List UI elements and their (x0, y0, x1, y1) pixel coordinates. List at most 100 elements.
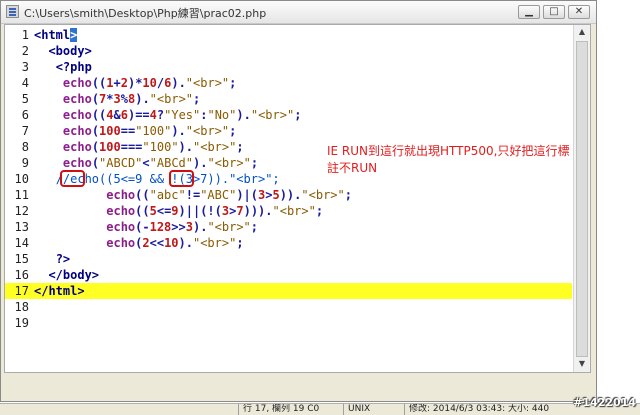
code-line[interactable]: 19 (5, 315, 572, 331)
code-line[interactable]: 17 </html> (5, 283, 572, 299)
code-text[interactable]: echo((5<=9)||(!(3>7)))."<br>"; (34, 203, 323, 219)
code-token: "ABCd" (149, 156, 193, 170)
code-line[interactable]: 18 (5, 299, 572, 315)
code-text[interactable]: echo("ABCD"<"ABCd")."<br>"; (34, 155, 258, 171)
code-text[interactable]: ?> (34, 251, 70, 267)
scroll-thumb[interactable] (576, 41, 588, 357)
code-line[interactable]: 2 <body> (5, 43, 572, 59)
minimize-button[interactable]: ▁ (518, 5, 540, 19)
code-text[interactable]: echo(("abc"!="ABC")|(3>5))."<br>"; (34, 187, 352, 203)
code-line[interactable]: 16 </body> (5, 267, 572, 283)
code-line[interactable]: 5 echo(7*3%8)."<br>"; (5, 91, 572, 107)
code-text[interactable]: </body> (34, 267, 99, 283)
code-token: ; (193, 92, 201, 106)
code-line[interactable]: 14 echo(2<<10)."<br>"; (5, 235, 572, 251)
code-line[interactable]: 3 <?php (5, 59, 572, 75)
code-token: //echo((5<=9 && !(3>7))."<br>"; (55, 172, 280, 186)
code-lines[interactable]: 1 <html> 2 <body> 3 <?php 4 echo((1+2)*10/6)… (5, 25, 572, 372)
maximize-button[interactable]: □ (543, 5, 565, 19)
title-bar[interactable]: C:\Users\smith\Desktop\Php練習\prac02.php … (1, 1, 596, 24)
code-token: ; (294, 108, 302, 122)
code-token: "ABCD" (99, 156, 143, 170)
code-token: ))). (243, 204, 273, 218)
code-text[interactable]: <html> (34, 27, 78, 43)
code-token: "100" (135, 124, 172, 138)
code-token: ?> (55, 252, 71, 266)
code-token: "Yes" (164, 108, 201, 122)
code-token: 3 (185, 220, 193, 234)
code-token: 6 (120, 108, 128, 122)
line-number: 5 (21, 92, 29, 106)
line-number: 4 (21, 76, 29, 90)
code-text[interactable]: echo(100=="100")."<br>"; (34, 123, 236, 139)
code-line[interactable]: 12 echo((5<=9)||(!(3>7)))."<br>"; (5, 203, 572, 219)
line-number: 18 (14, 300, 29, 314)
code-token: ). (178, 140, 193, 154)
code-token: </html> (34, 284, 85, 298)
code-line[interactable]: 1 <html> (5, 27, 572, 43)
code-token: ; (229, 124, 237, 138)
line-number: 6 (21, 108, 29, 122)
code-text[interactable]: echo(2<<10)."<br>"; (34, 235, 243, 251)
code-token: 1 (106, 76, 114, 90)
status-modified: 修改: 2014/6/3 03:43: 大小: 440 (404, 404, 577, 415)
code-token: echo (106, 236, 136, 250)
code-line[interactable]: 6 echo((4&6)==4?"Yes":"No")."<br>"; (5, 107, 572, 123)
code-token: != (185, 188, 201, 202)
scroll-down-icon[interactable]: ▼ (575, 357, 589, 371)
code-token: )||(!( (178, 204, 222, 218)
code-token: ; (236, 140, 244, 154)
code-token: "100" (142, 140, 179, 154)
code-line[interactable]: 11 echo(("abc"!="ABC")|(3>5))."<br>"; (5, 187, 572, 203)
code-token: ( (91, 92, 100, 106)
code-token: "<br>" (149, 92, 194, 106)
code-token: "<br>" (301, 188, 345, 202)
code-text[interactable]: <?php (34, 59, 92, 75)
code-token: "<br>" (185, 124, 230, 138)
line-number: 14 (14, 236, 29, 250)
code-editor[interactable]: 1 <html> 2 <body> 3 <?php 4 echo((1+2)*10/6)… (4, 24, 591, 373)
code-line[interactable]: 7 echo(100=="100")."<br>"; (5, 123, 572, 139)
code-text[interactable]: <body> (34, 43, 91, 59)
code-text[interactable]: echo((1+2)*10/6)."<br>"; (34, 75, 236, 91)
line-number: 1 (21, 28, 29, 42)
code-token: echo (62, 140, 92, 154)
vertical-scrollbar[interactable]: ▲ ▼ (573, 25, 590, 372)
code-token: ). (135, 92, 150, 106)
code-token: "<br>" (250, 108, 295, 122)
code-line[interactable]: 15 ?> (5, 251, 572, 267)
code-line[interactable]: 4 echo((1+2)*10/6)."<br>"; (5, 75, 572, 91)
code-token: echo (62, 92, 92, 106)
code-token: echo (106, 220, 136, 234)
code-text[interactable]: echo(100==="100")."<br>"; (34, 139, 244, 155)
code-token: 10 (164, 236, 179, 250)
code-text[interactable]: echo(-128>>3)."<br>"; (34, 219, 258, 235)
scroll-up-icon[interactable]: ▲ (575, 25, 589, 39)
annotation-line-2: 註不RUN (327, 161, 378, 175)
code-token: ; (250, 220, 259, 234)
line-number: 15 (14, 252, 29, 266)
line-number: 16 (14, 268, 29, 282)
code-text[interactable]: echo(7*3%8)."<br>"; (34, 91, 200, 107)
code-text[interactable]: echo((4&6)==4?"Yes":"No")."<br>"; (34, 107, 302, 123)
code-token: * (106, 92, 114, 106)
editor-app-icon (6, 5, 19, 18)
code-token: 7 (236, 204, 244, 218)
line-number: 9 (21, 156, 29, 170)
code-line[interactable]: 13 echo(-128>>3)."<br>"; (5, 219, 572, 235)
code-token: 100 (99, 124, 121, 138)
code-token: 5 (272, 188, 280, 202)
line-number: 11 (14, 188, 29, 202)
code-token: 3 (113, 92, 121, 106)
close-button[interactable]: ✕ (568, 5, 590, 19)
code-token: "<br>" (193, 140, 237, 154)
code-text[interactable]: </html> (34, 283, 85, 299)
code-token: )|( (236, 188, 258, 202)
